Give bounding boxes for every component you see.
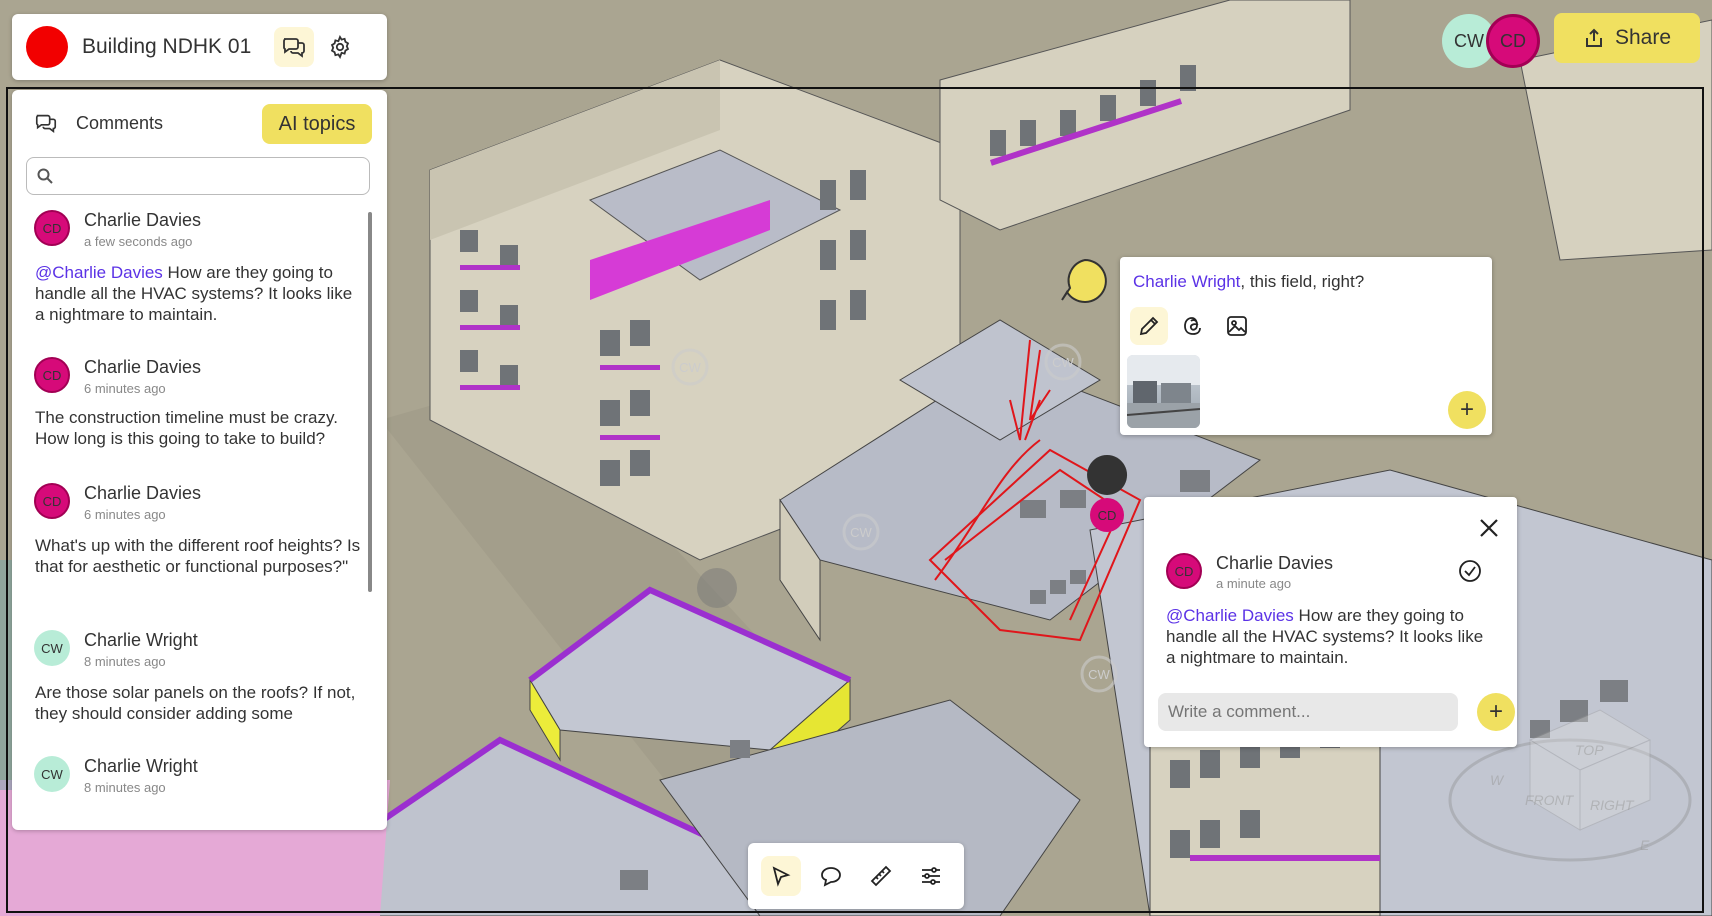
- comment-time: a minute ago: [1216, 576, 1292, 591]
- scrollbar[interactable]: [368, 212, 372, 592]
- share-button[interactable]: Share: [1554, 13, 1700, 63]
- svg-text:CW: CW: [1088, 667, 1110, 682]
- comments-toggle-button[interactable]: [274, 27, 314, 67]
- search-icon: [37, 168, 53, 184]
- new-comment-popup: Charlie Wright, this field, right? +: [1120, 257, 1492, 435]
- ruler-icon: [869, 864, 893, 888]
- comment-author: Charlie Davies: [84, 210, 202, 230]
- draft-comment-body: , this field, right?: [1240, 272, 1365, 291]
- view-settings-button[interactable]: [911, 856, 951, 896]
- avatar[interactable]: CD: [1486, 14, 1540, 68]
- share-icon: [1583, 27, 1605, 49]
- svg-text:CD: CD: [1098, 508, 1117, 523]
- project-logo[interactable]: [26, 26, 68, 68]
- comment-icon: [819, 864, 843, 888]
- attached-image-thumbnail[interactable]: [1127, 355, 1200, 428]
- comment-author: Charlie Wright: [84, 630, 198, 650]
- avatar: CD: [1166, 553, 1202, 589]
- view-cube-top-label: TOP: [1575, 742, 1604, 758]
- comment-text: @Charlie Davies How are they going to ha…: [1166, 605, 1496, 668]
- reply-input[interactable]: [1166, 701, 1450, 723]
- close-button[interactable]: [1474, 513, 1504, 543]
- project-header: Building NDHK 01: [12, 14, 387, 80]
- comments-panel: Comments AI topics CD Charlie Davies a f…: [12, 90, 387, 830]
- image-icon: [1225, 314, 1249, 338]
- check-circle-icon: [1458, 559, 1482, 583]
- mention-link[interactable]: Charlie Wright: [1133, 272, 1240, 291]
- avatar: CW: [34, 630, 70, 666]
- pencil-icon: [1137, 314, 1161, 338]
- comment-thread-popup: CD Charlie Davies a minute ago @Charlie …: [1144, 497, 1517, 747]
- share-label: Share: [1614, 26, 1672, 49]
- reply-field[interactable]: [1158, 693, 1458, 731]
- avatar: CW: [34, 756, 70, 792]
- comment-author: Charlie Davies: [84, 483, 202, 503]
- view-cube-e-label: E: [1640, 837, 1650, 853]
- search-input[interactable]: [59, 166, 363, 186]
- mention-link[interactable]: @Charlie Davies: [35, 263, 163, 282]
- measure-tool-button[interactable]: [861, 856, 901, 896]
- collaborator-avatars: CW CD: [1442, 14, 1540, 70]
- comment-time: 8 minutes ago: [84, 780, 166, 795]
- comment-text: The construction timeline must be crazy.…: [35, 408, 338, 448]
- ai-topics-button[interactable]: AI topics: [262, 104, 372, 144]
- comment-search[interactable]: [26, 157, 370, 195]
- comment-time: 6 minutes ago: [84, 381, 166, 396]
- view-cube-right-label: RIGHT: [1590, 797, 1635, 813]
- comment-text: @Charlie Davies How are they going to ha…: [35, 262, 365, 325]
- threads-button[interactable]: [1174, 307, 1212, 345]
- settings-sliders-icon: [919, 864, 943, 888]
- comment-author: Charlie Wright: [84, 756, 198, 776]
- comments-icon: [34, 111, 58, 135]
- comment-time: 6 minutes ago: [84, 507, 166, 522]
- select-tool-button[interactable]: [761, 856, 801, 896]
- send-reply-button[interactable]: +: [1477, 693, 1515, 731]
- avatar: CD: [34, 483, 70, 519]
- avatar: CD: [34, 357, 70, 393]
- comment-text: Are those solar panels on the roofs? If …: [35, 683, 356, 723]
- pencil-tool-button[interactable]: [1130, 307, 1168, 345]
- gear-icon: [328, 35, 352, 59]
- comment-time: a few seconds ago: [84, 234, 193, 249]
- bottom-toolbar: [748, 843, 964, 909]
- attach-image-button[interactable]: [1218, 307, 1256, 345]
- comment-time: 8 minutes ago: [84, 654, 166, 669]
- view-cube-front-label: FRONT: [1525, 792, 1575, 808]
- comments-icon: [281, 34, 307, 60]
- svg-text:CW: CW: [850, 525, 872, 540]
- mention-link[interactable]: @Charlie Davies: [1166, 606, 1294, 625]
- comment-text: What's up with the different roof height…: [35, 536, 361, 576]
- close-icon: [1479, 518, 1499, 538]
- comment-author: Charlie Davies: [1216, 553, 1334, 573]
- panel-title: Comments: [76, 112, 164, 133]
- threads-icon: [1181, 314, 1205, 338]
- draft-comment-text[interactable]: Charlie Wright, this field, right?: [1133, 272, 1364, 292]
- view-cube-w-label: W: [1490, 772, 1505, 788]
- comment-tool-button[interactable]: [811, 856, 851, 896]
- comment-author: Charlie Davies: [84, 357, 202, 377]
- select-cursor-icon: [769, 864, 793, 888]
- settings-button[interactable]: [320, 27, 360, 67]
- svg-text:CW: CW: [679, 360, 701, 375]
- svg-text:CW: CW: [1052, 355, 1074, 370]
- avatar: CD: [34, 210, 70, 246]
- project-title: Building NDHK 01: [82, 35, 252, 58]
- add-comment-button[interactable]: +: [1448, 391, 1486, 429]
- resolve-button[interactable]: [1456, 557, 1484, 585]
